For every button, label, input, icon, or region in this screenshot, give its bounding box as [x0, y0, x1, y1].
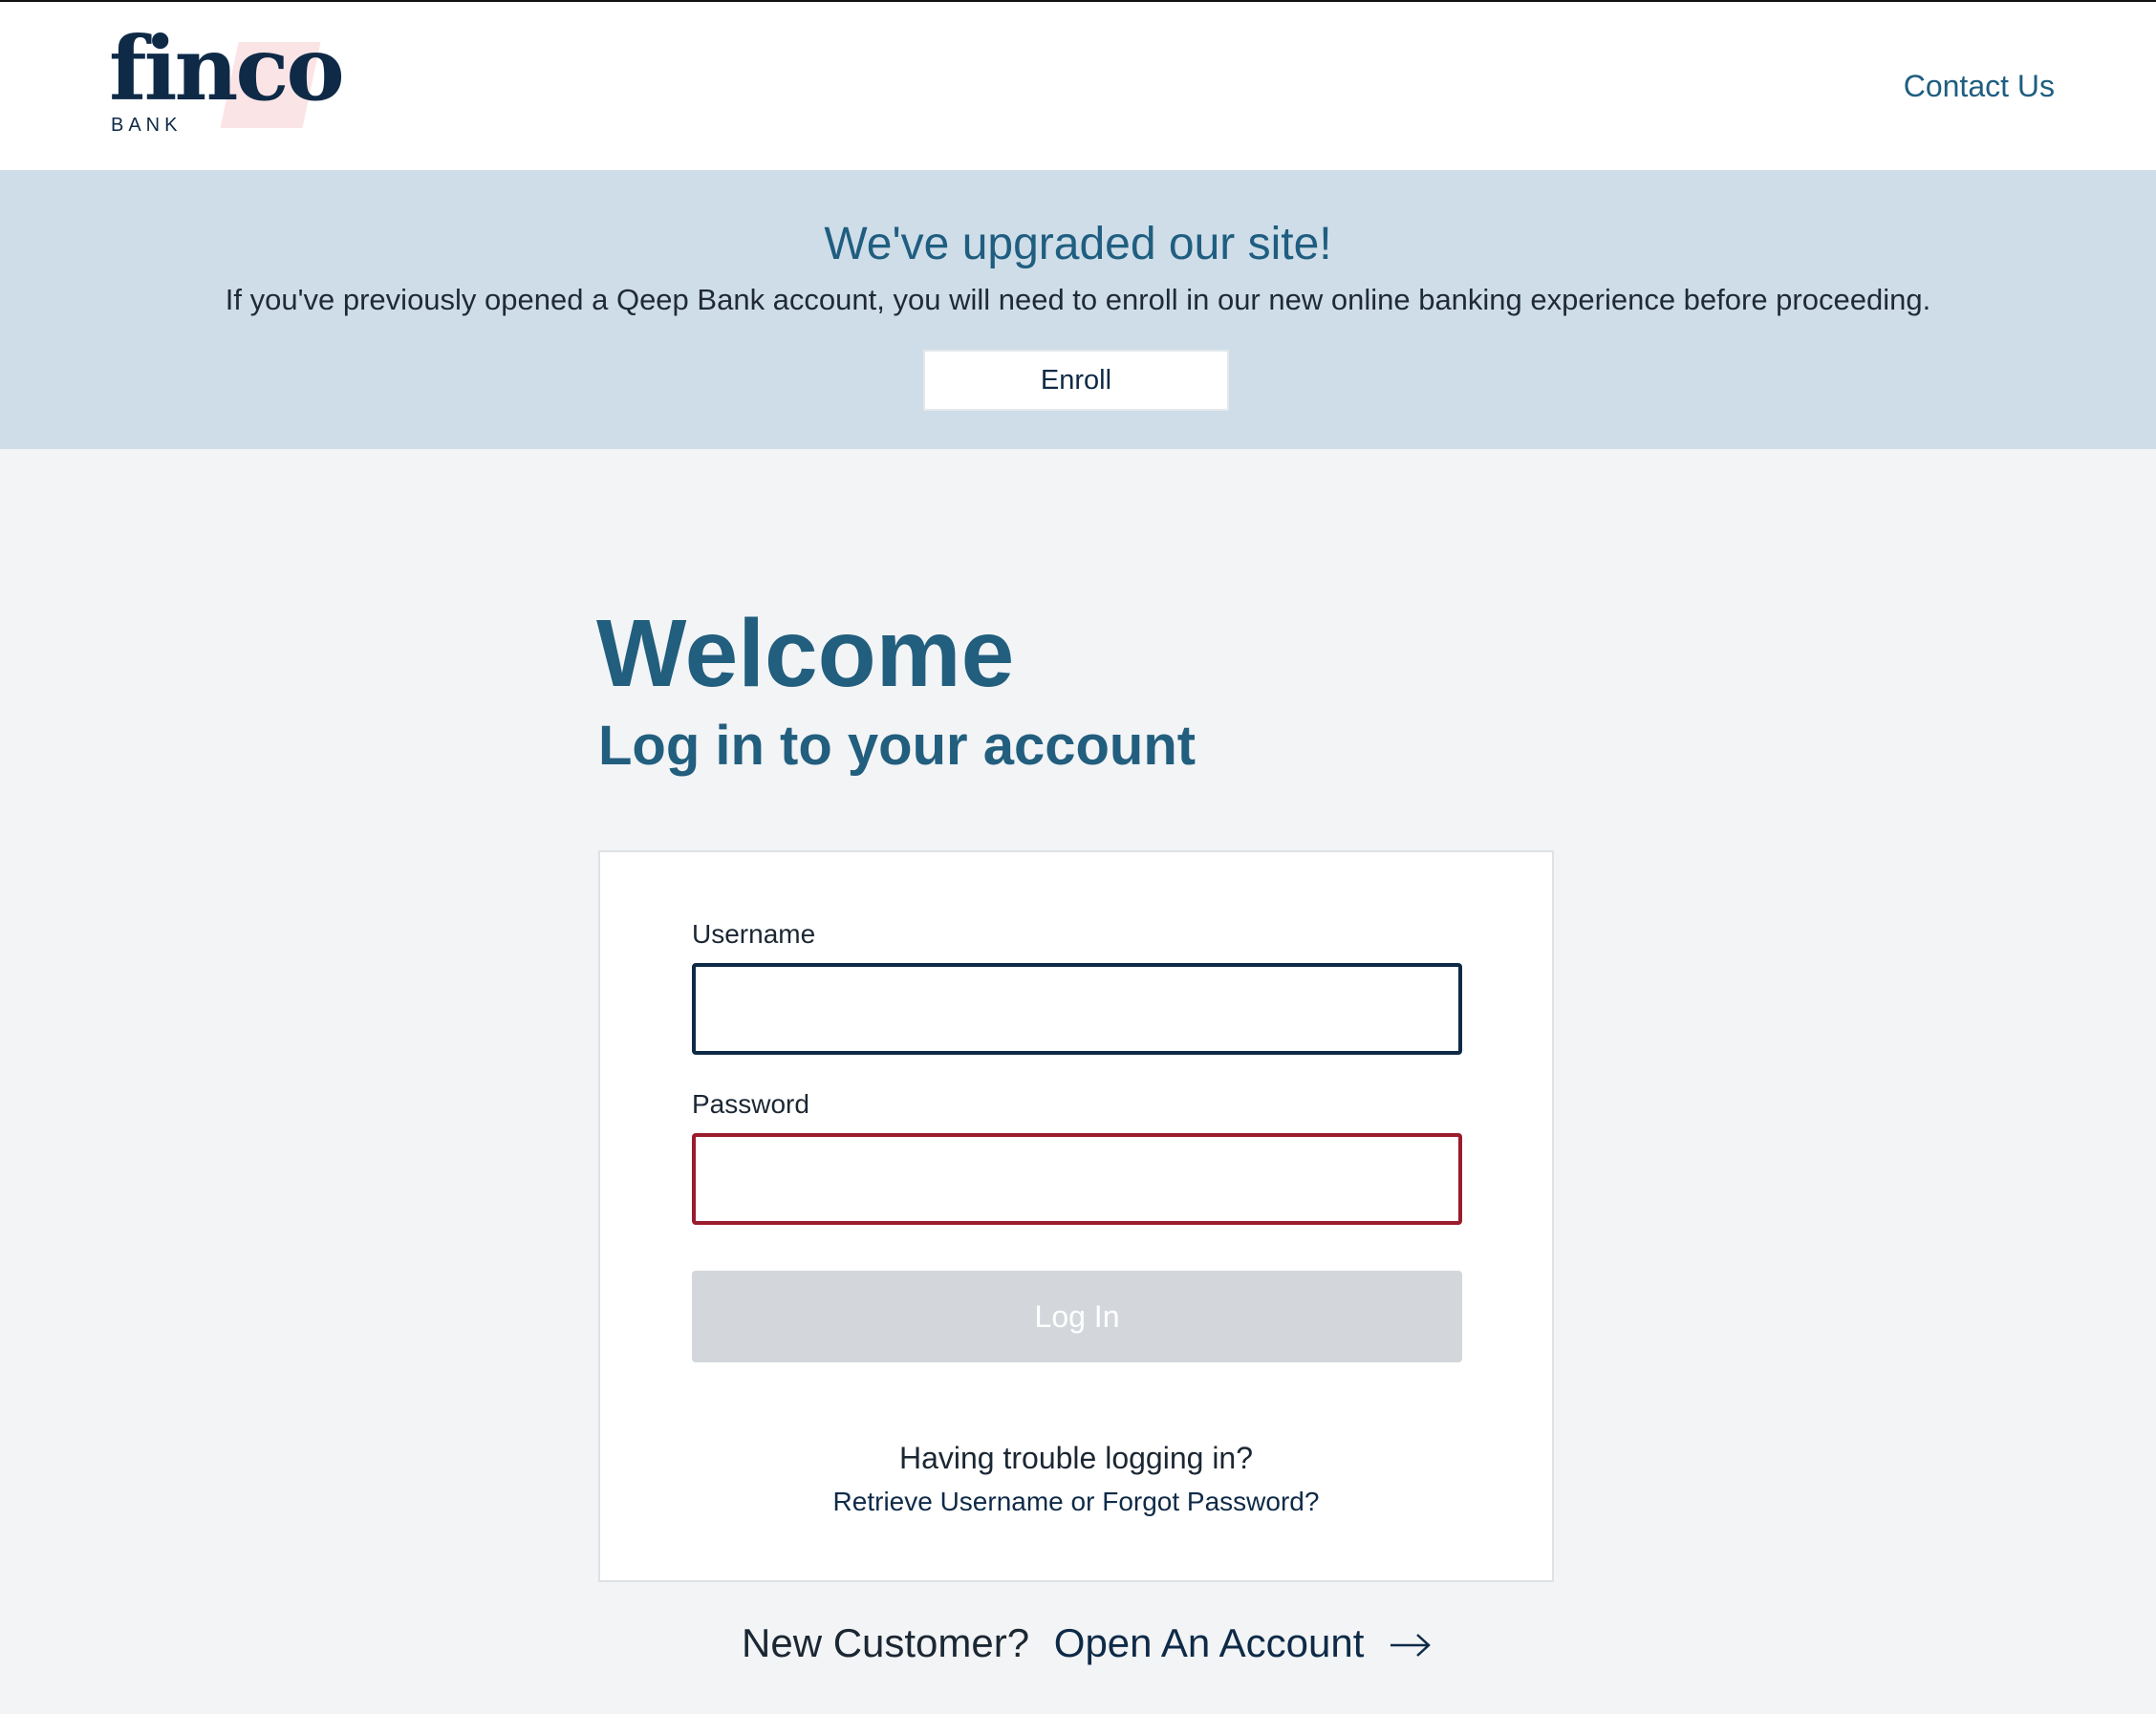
arrow-right-icon — [1389, 1623, 1433, 1669]
enroll-button[interactable]: Enroll — [923, 350, 1229, 411]
new-customer-row: New Customer? Open An Account — [742, 1620, 1431, 1669]
logo-subtitle: BANK — [111, 115, 183, 136]
welcome-heading: Welcome — [596, 600, 1015, 707]
site-header: finco BANK Contact Us — [0, 2, 2156, 170]
login-subtitle: Log in to your account — [598, 715, 1197, 777]
page: finco BANK Contact Us We've upgraded our… — [0, 0, 2156, 1714]
password-input[interactable] — [692, 1133, 1462, 1225]
trouble-text: Having trouble logging in? — [898, 1441, 1254, 1475]
retrieve-username-link[interactable]: Retrieve Username — [833, 1487, 1064, 1516]
password-label: Password — [692, 1089, 809, 1119]
banner-text: If you've previously opened a Qeep Bank … — [225, 283, 1931, 316]
open-account-label: Open An Account — [1053, 1620, 1365, 1665]
open-account-link[interactable]: Open An Account — [1054, 1620, 1433, 1665]
recovery-links: Retrieve Username or Forgot Password? — [600, 1487, 1552, 1517]
forgot-password-link[interactable]: Forgot Password? — [1102, 1487, 1319, 1516]
finco-bank-logo[interactable]: finco BANK — [109, 25, 345, 136]
username-input[interactable] — [692, 963, 1462, 1055]
or-text: or — [1070, 1487, 1095, 1516]
banner-title: We've upgraded our site! — [824, 219, 1332, 269]
login-button[interactable]: Log In — [692, 1271, 1462, 1362]
upgrade-banner: We've upgraded our site! If you've previ… — [0, 170, 2156, 449]
logo-wordmark: finco — [109, 17, 345, 120]
contact-us-link[interactable]: Contact Us — [1904, 69, 2055, 104]
new-customer-text: New Customer? — [742, 1620, 1030, 1665]
username-label: Username — [692, 919, 816, 949]
login-card: Username Password Log In Having trouble … — [598, 850, 1554, 1582]
